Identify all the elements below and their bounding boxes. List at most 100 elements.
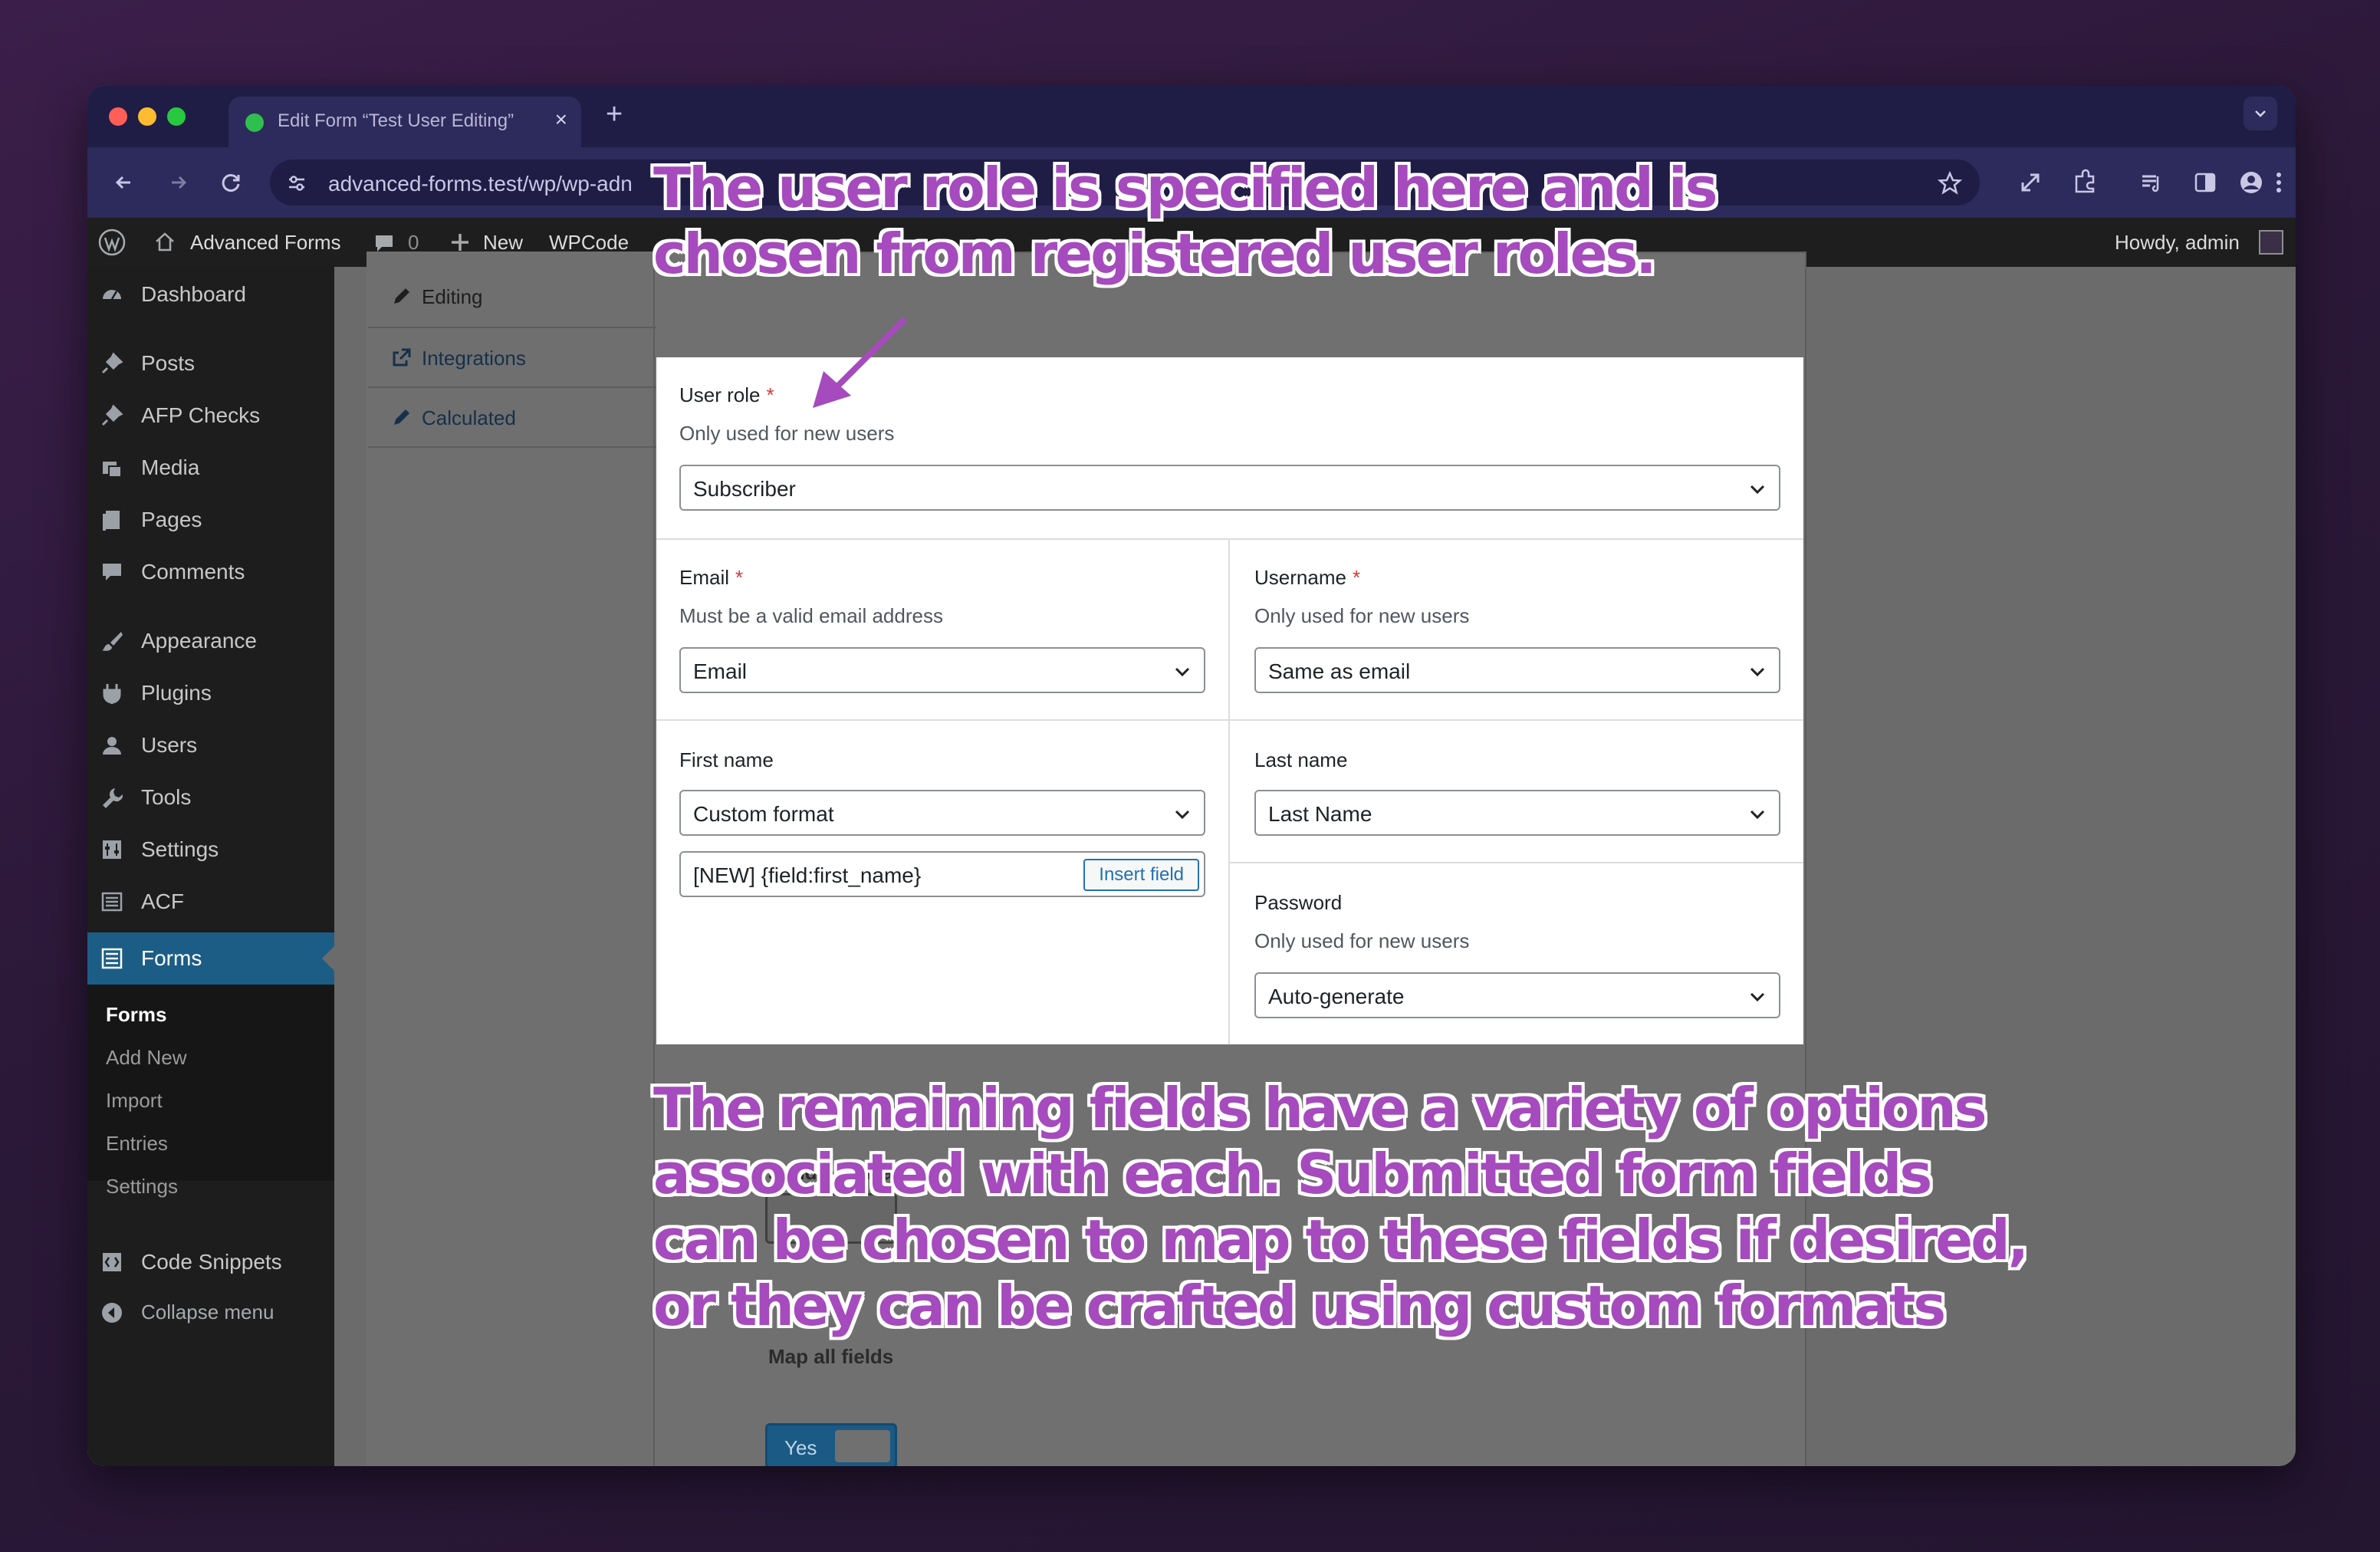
insert-field-button[interactable]: Insert field: [1083, 859, 1199, 891]
submenu-item-import[interactable]: Import: [106, 1089, 163, 1113]
settings-sliders-icon: [103, 840, 121, 859]
annotation-line: can be chosen to map to these fields if …: [653, 1208, 2029, 1272]
media-icon: [103, 462, 122, 478]
submenu-item-add-new[interactable]: Add New: [106, 1046, 187, 1070]
home-icon: [156, 232, 174, 252]
site-name-link[interactable]: Advanced Forms: [190, 231, 341, 255]
expand-icon: [2021, 173, 2040, 192]
sidebar-item-label: Forms: [141, 946, 202, 970]
annotation-line: chosen from registered user roles.: [653, 222, 1657, 286]
sidebar-item-media[interactable]: Media: [87, 446, 334, 489]
code-icon: [103, 1253, 121, 1271]
tab-bar: Edit Form “Test User Editing” × +: [87, 86, 2296, 147]
tab-search-button[interactable]: [2244, 97, 2277, 130]
first-name-select[interactable]: Custom format: [679, 790, 1205, 836]
tab-label: Editing: [422, 285, 483, 308]
browser-tab[interactable]: Edit Form “Test User Editing” ×: [228, 97, 581, 147]
extensions-button[interactable]: [2069, 166, 2102, 199]
sidebar-item-settings[interactable]: Settings: [87, 828, 334, 871]
forward-button[interactable]: [161, 166, 195, 199]
user-role-select[interactable]: Subscriber: [679, 465, 1780, 511]
chevron-down-icon: [1175, 667, 1190, 677]
sidebar-item-label: Tools: [141, 785, 192, 809]
side-panel-button[interactable]: [2188, 166, 2222, 199]
chevron-down-icon: [1175, 810, 1190, 820]
annotation-line: associated with each. Submitted form fie…: [653, 1142, 1932, 1206]
minimize-window-button[interactable]: [138, 107, 156, 126]
sidebar-item-comments[interactable]: Comments: [87, 551, 334, 594]
sidebar-item-label: ACF: [141, 889, 184, 913]
map-all-fields-toggle[interactable]: Yes: [765, 1423, 897, 1466]
chevron-down-icon: [1750, 485, 1765, 495]
tab-integrations[interactable]: Integrations: [368, 328, 656, 388]
email-select[interactable]: Email: [679, 647, 1205, 693]
fullscreen-button[interactable]: [2013, 166, 2047, 199]
sidebar-item-users[interactable]: Users: [87, 724, 334, 767]
pencil-icon: [394, 288, 409, 304]
wordpress-logo-icon[interactable]: [98, 229, 126, 256]
submenu-item-entries[interactable]: Entries: [106, 1132, 168, 1156]
first-name-format-value: [NEW] {field:first_name}: [693, 863, 922, 887]
chevron-down-icon: [1750, 810, 1765, 820]
sidebar-item-forms[interactable]: Forms: [87, 932, 334, 985]
puzzle-icon: [2075, 169, 2095, 193]
profile-icon: [2240, 172, 2262, 193]
media-queue-icon: [2142, 175, 2159, 192]
sidebar-item-appearance[interactable]: Appearance: [87, 620, 334, 663]
sidebar-item-label: Plugins: [141, 681, 212, 705]
chevron-down-icon: [2255, 110, 2266, 117]
submenu-item-forms[interactable]: Forms: [106, 1003, 166, 1027]
plugin-icon: [103, 684, 121, 704]
howdy-account-link[interactable]: Howdy, admin: [2115, 231, 2240, 255]
sidebar-item-tools[interactable]: Tools: [87, 776, 334, 819]
email-hint: Must be a valid email address: [679, 604, 943, 627]
tab-label: Calculated: [422, 406, 516, 429]
annotation-top: The user role is specified here and is c…: [653, 155, 1718, 287]
toggle-yes-label: Yes: [784, 1436, 817, 1459]
close-window-button[interactable]: [109, 107, 127, 126]
sidebar-item-afp-checks[interactable]: AFP Checks: [87, 394, 334, 437]
forms-submenu: Forms Add New Import Entries Settings: [87, 985, 334, 1198]
avatar[interactable]: [2259, 230, 2283, 255]
chevron-down-icon: [1750, 992, 1765, 1002]
tab-editing[interactable]: Editing: [368, 252, 656, 328]
divider: [656, 719, 1803, 721]
url-text: advanced-forms.test/wp/wp-adn: [328, 172, 633, 196]
tab-calculated[interactable]: Calculated: [368, 388, 656, 448]
password-select[interactable]: Auto-generate: [1254, 972, 1780, 1018]
user-icon: [103, 737, 121, 755]
side-panel-icon: [2194, 173, 2216, 192]
maximize-window-button[interactable]: [167, 107, 186, 126]
sidebar-item-label: Code Snippets: [141, 1250, 282, 1274]
first-name-label: First name: [679, 748, 774, 771]
last-name-value: Last Name: [1268, 802, 1372, 826]
reload-button[interactable]: [215, 166, 248, 199]
last-name-label: Last name: [1254, 748, 1348, 771]
collapse-menu-label: Collapse menu: [141, 1300, 274, 1323]
new-tab-button[interactable]: +: [606, 98, 623, 131]
sidebar-item-dashboard[interactable]: Dashboard: [87, 273, 334, 316]
username-select[interactable]: Same as email: [1254, 647, 1780, 693]
submenu-item-settings[interactable]: Settings: [106, 1175, 178, 1199]
back-button[interactable]: [107, 166, 141, 199]
sidebar-item-code-snippets[interactable]: Code Snippets: [87, 1241, 334, 1284]
sidebar-item-pages[interactable]: Pages: [87, 498, 334, 541]
annotation-bottom: The remaining fields have a variety of o…: [653, 1075, 2029, 1339]
bookmark-star-icon[interactable]: [1937, 170, 1963, 196]
annotation-line: or they can be crafted using custom form…: [653, 1274, 1946, 1338]
sidebar-item-acf[interactable]: ACF: [87, 880, 334, 923]
tab-label: Integrations: [422, 347, 526, 370]
divider: [656, 538, 1803, 540]
first-name-format-input[interactable]: [NEW] {field:first_name} Insert field: [679, 851, 1205, 897]
media-button[interactable]: [2135, 166, 2168, 199]
site-info-icon[interactable]: [285, 172, 308, 195]
last-name-select[interactable]: Last Name: [1254, 790, 1780, 836]
active-indicator: [322, 946, 334, 971]
collapse-menu-button[interactable]: Collapse menu: [87, 1291, 334, 1334]
sidebar-item-plugins[interactable]: Plugins: [87, 672, 334, 715]
arrow-left-icon: [115, 176, 130, 189]
sidebar-item-posts[interactable]: Posts: [87, 342, 334, 385]
tab-close-icon[interactable]: ×: [555, 107, 567, 132]
profile-button[interactable]: [2234, 166, 2268, 199]
browser-menu-button[interactable]: [2270, 166, 2288, 199]
